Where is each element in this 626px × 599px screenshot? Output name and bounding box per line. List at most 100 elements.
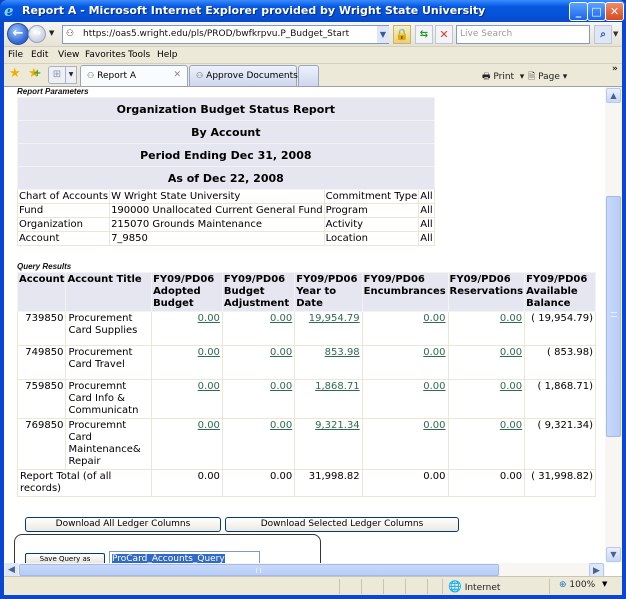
reservations-link[interactable]: 0.00 — [500, 347, 522, 358]
zoom-level[interactable]: ⊕ 100% — [559, 580, 595, 590]
address-url: https://oas5.wright.edu/pls/PROD/bwfkrpv… — [83, 29, 350, 39]
lock-icon[interactable]: 🔒 — [393, 25, 411, 44]
page-viewport: Report Parameters Organization Budget St… — [4, 86, 622, 576]
forward-button[interactable]: → — [28, 25, 46, 43]
address-bar[interactable]: ⚇ https://oas5.wright.edu/pls/PROD/bwfkr… — [62, 25, 389, 44]
search-input[interactable]: Live Search — [456, 25, 590, 44]
tab-approve-documents[interactable]: ⚇ Approve Documents — [189, 65, 298, 86]
download-selected-ledger-columns-button[interactable]: Download Selected Ledger Columns — [225, 517, 459, 532]
reservations-link[interactable]: 0.00 — [500, 381, 522, 392]
title-bar: e Report A - Microsoft Internet Explorer… — [0, 0, 626, 22]
total-available-balance: ( 31,998.82) — [524, 469, 596, 497]
menu-favorites[interactable]: Favorites — [85, 50, 126, 60]
budget-adjustment-link[interactable]: 0.00 — [270, 381, 292, 392]
param-value: 190000 Unallocated Current General Fund — [109, 203, 325, 218]
recent-pages-dropdown[interactable]: ▼ — [49, 29, 54, 37]
menu-view[interactable]: View — [58, 50, 79, 60]
minimize-button[interactable]: _ — [569, 2, 588, 21]
encumbrances-link[interactable]: 0.00 — [423, 347, 445, 358]
back-button[interactable]: ← — [7, 23, 29, 45]
available-balance: ( 1,868.71) — [524, 379, 596, 419]
col-header-adopted-budget: FY09/PD06 Adopted Budget — [151, 272, 223, 312]
menu-file[interactable]: File — [8, 50, 23, 60]
page-icon: ⚇ — [196, 71, 204, 80]
encumbrances-link[interactable]: 0.00 — [423, 381, 445, 392]
budget-adjustment-link[interactable]: 0.00 — [270, 347, 292, 358]
globe-icon: 🌐 — [448, 580, 462, 593]
search-button[interactable]: ⌕ — [594, 25, 612, 44]
close-tab-icon[interactable]: ✕ — [173, 66, 181, 85]
adopted-budget-link[interactable]: 0.00 — [198, 381, 220, 392]
status-bar: 🌐 Internet ⊕ 100% ▼ — [4, 576, 622, 595]
budget-adjustment-link[interactable]: 0.00 — [270, 420, 292, 431]
security-zone[interactable]: 🌐 Internet — [448, 580, 500, 593]
tab-label: Report A — [97, 71, 137, 81]
adopted-budget-link[interactable]: 0.00 — [198, 420, 220, 431]
table-row: 759850 Procuremnt Card Info & Communicat… — [16, 379, 596, 419]
reservations-link[interactable]: 0.00 — [500, 313, 522, 324]
year-to-date-link[interactable]: 19,954.79 — [309, 313, 360, 324]
param-value: 215070 Grounds Maintenance — [109, 217, 325, 232]
refresh-button[interactable]: ⇆ — [415, 25, 433, 44]
add-favorite-icon[interactable]: ★ + — [28, 66, 41, 81]
account-number: 749850 — [16, 345, 67, 380]
table-row: 739850 Procurement Card Supplies 0.00 0.… — [16, 311, 596, 346]
year-to-date-link[interactable]: 1,868.71 — [315, 381, 360, 392]
maximize-button[interactable]: □ — [587, 2, 606, 21]
reservations-link[interactable]: 0.00 — [500, 420, 522, 431]
new-tab-button[interactable] — [298, 65, 319, 86]
available-balance: ( 853.98) — [524, 345, 596, 380]
address-dropdown-button[interactable]: ▼ — [377, 26, 389, 43]
scroll-up-arrow-icon[interactable]: ▲ — [606, 88, 621, 103]
report-title: Organization Budget Status Report — [17, 97, 435, 121]
page-icon: ⚇ — [66, 29, 75, 39]
table-row: 749850 Procurement Card Travel 0.00 0.00… — [16, 345, 596, 380]
scroll-left-arrow-icon[interactable]: ◀ — [5, 563, 18, 576]
stop-button[interactable]: ✕ — [435, 25, 453, 44]
param-value: 7_9850 — [109, 231, 325, 246]
scroll-down-arrow-icon[interactable]: ▼ — [606, 547, 621, 562]
param-key: Activity — [323, 217, 420, 232]
available-balance: ( 9,321.34) — [524, 418, 596, 470]
account-title: Procurement Card Supplies — [65, 311, 153, 346]
param-value: All — [418, 231, 435, 246]
encumbrances-link[interactable]: 0.00 — [423, 313, 445, 324]
close-button[interactable]: ✕ — [605, 2, 624, 21]
quick-tabs-button[interactable]: ⊞ — [48, 66, 66, 84]
print-button[interactable]: 🖶 Print ▾ — [482, 69, 524, 85]
total-budget-adjustment: 0.00 — [221, 469, 296, 497]
encumbrances-link[interactable]: 0.00 — [423, 420, 445, 431]
total-encumbrances: 0.00 — [361, 469, 449, 497]
param-key: Location — [323, 231, 420, 246]
adopted-budget-link[interactable]: 0.00 — [198, 313, 220, 324]
scroll-right-arrow-icon[interactable]: ▶ — [589, 563, 604, 576]
report-as-of-date: As of Dec 22, 2008 — [17, 166, 435, 190]
tab-report-a[interactable]: ⚇ Report A ✕ — [80, 65, 188, 86]
vertical-scroll-thumb[interactable] — [606, 196, 621, 437]
report-content: Report Parameters Organization Budget St… — [14, 87, 607, 576]
search-options-dropdown[interactable]: ▼ — [613, 30, 618, 38]
vertical-scrollbar[interactable]: ▲ ▼ — [605, 87, 622, 563]
param-key: Chart of Accounts — [16, 189, 111, 204]
tab-list-dropdown[interactable]: ▼ — [66, 66, 77, 84]
horizontal-scroll-thumb[interactable] — [19, 564, 499, 576]
account-number: 759850 — [16, 379, 67, 419]
horizontal-scrollbar[interactable]: ◀ ▶ — [4, 563, 605, 576]
menu-tools[interactable]: Tools — [128, 50, 150, 60]
budget-adjustment-link[interactable]: 0.00 — [270, 313, 292, 324]
report-parameters-table: Organization Budget Status Report By Acc… — [16, 97, 435, 246]
menu-help[interactable]: Help — [157, 50, 178, 60]
window-title: Report A - Microsoft Internet Explorer p… — [22, 4, 486, 17]
report-period: Period Ending Dec 31, 2008 — [17, 143, 435, 167]
page-menu-button[interactable]: 🗎 Page ▾ — [528, 69, 567, 85]
more-toolbar-chevron-icon[interactable]: » — [612, 64, 618, 74]
favorites-center-icon[interactable]: ★ — [9, 66, 21, 81]
account-title: Procurement Card Travel — [65, 345, 153, 380]
menu-edit[interactable]: Edit — [31, 50, 48, 60]
print-label: Print — [493, 72, 515, 82]
adopted-budget-link[interactable]: 0.00 — [198, 347, 220, 358]
download-all-ledger-columns-button[interactable]: Download All Ledger Columns — [25, 517, 221, 532]
year-to-date-link[interactable]: 853.98 — [325, 347, 360, 358]
zoom-dropdown[interactable]: ▼ — [602, 580, 607, 588]
year-to-date-link[interactable]: 9,321.34 — [315, 420, 360, 431]
